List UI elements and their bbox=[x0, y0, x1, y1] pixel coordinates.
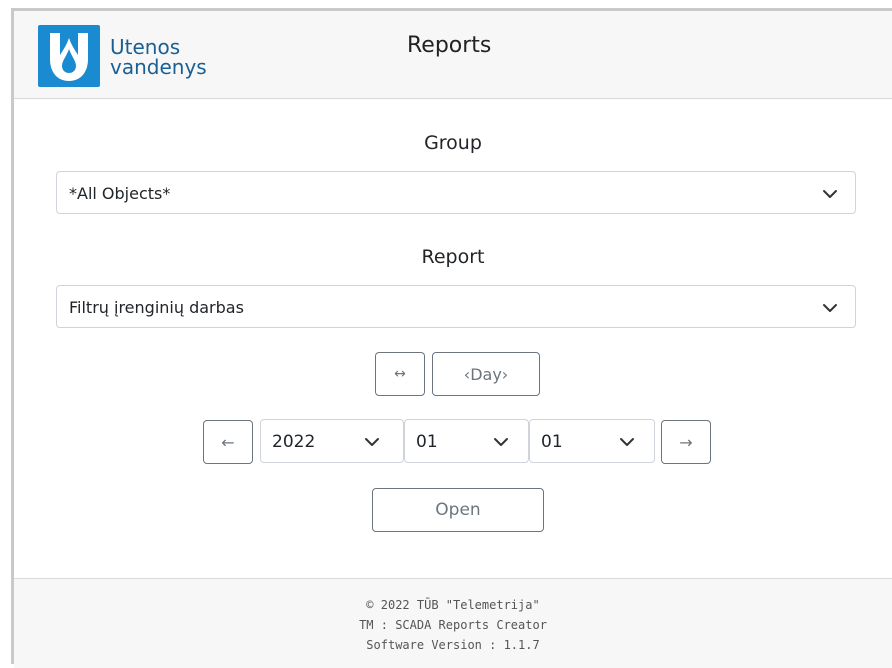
day-value: 01 bbox=[541, 432, 563, 452]
report-selected-value: Filtrų įrenginių darbas bbox=[69, 298, 244, 317]
logo-line-2: vandenys bbox=[110, 55, 207, 79]
group-select[interactable]: *All Objects* bbox=[56, 171, 856, 214]
logo-line-1: Utenos bbox=[110, 35, 181, 59]
period-toggle-button[interactable]: ↔ bbox=[375, 352, 425, 396]
year-select[interactable]: 2022 bbox=[260, 419, 404, 463]
water-drop-logo-icon bbox=[38, 25, 100, 87]
group-label: Group bbox=[424, 132, 482, 154]
year-value: 2022 bbox=[272, 432, 316, 452]
next-date-button[interactable]: → bbox=[661, 420, 711, 464]
logo-text: Utenos vandenys bbox=[110, 37, 207, 77]
page-title: Reports bbox=[407, 33, 492, 58]
open-button[interactable]: Open bbox=[372, 488, 544, 532]
chevron-down-icon bbox=[823, 304, 837, 312]
header-bar: Utenos vandenys Reports bbox=[14, 11, 892, 99]
footer-version: Software Version : 1.1.7 bbox=[366, 638, 540, 652]
app-window: Utenos vandenys Reports Group *All Objec… bbox=[11, 8, 892, 668]
month-value: 01 bbox=[416, 432, 438, 452]
footer-copyright: © 2022 TŪB "Telemetrija" bbox=[366, 598, 540, 612]
period-mode-button[interactable]: ‹Day› bbox=[432, 352, 540, 396]
day-select[interactable]: 01 bbox=[529, 419, 655, 463]
previous-date-button[interactable]: ← bbox=[203, 420, 253, 464]
month-select[interactable]: 01 bbox=[404, 419, 529, 463]
chevron-down-icon bbox=[823, 190, 837, 198]
footer: © 2022 TŪB "Telemetrija" TM : SCADA Repo… bbox=[14, 578, 892, 668]
footer-product: TM : SCADA Reports Creator bbox=[359, 618, 547, 632]
chevron-down-icon bbox=[620, 438, 634, 446]
report-select[interactable]: Filtrų įrenginių darbas bbox=[56, 285, 856, 328]
report-label: Report bbox=[421, 246, 485, 268]
chevron-down-icon bbox=[494, 438, 508, 446]
chevron-down-icon bbox=[365, 438, 379, 446]
group-selected-value: *All Objects* bbox=[69, 184, 171, 203]
